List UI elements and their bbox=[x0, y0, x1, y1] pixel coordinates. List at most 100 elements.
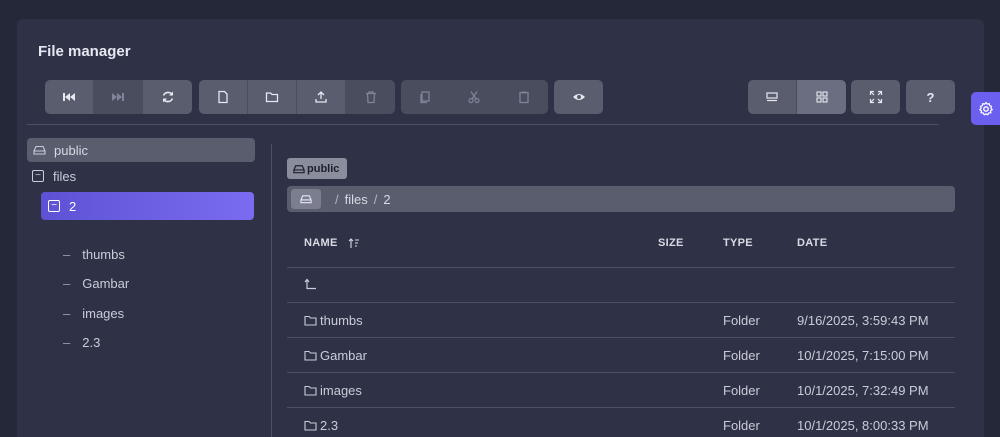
new-file-icon bbox=[218, 90, 228, 104]
preview-button[interactable] bbox=[554, 80, 603, 114]
tree-item-2-3[interactable]: – 2.3 bbox=[63, 330, 100, 354]
tree-dash-icon: – bbox=[63, 334, 71, 350]
toolbar: ? bbox=[27, 80, 955, 114]
storage-tab-label: public bbox=[307, 162, 340, 175]
file-name-cell: images bbox=[304, 383, 362, 398]
help-label: ? bbox=[926, 89, 935, 105]
tree-item-2[interactable]: − 2 bbox=[41, 192, 254, 220]
parent-folder-row[interactable] bbox=[287, 267, 955, 302]
page-title: File manager bbox=[38, 43, 131, 60]
tree-item-label: files bbox=[53, 168, 77, 184]
folder-icon bbox=[304, 315, 317, 326]
preview-group bbox=[554, 80, 603, 114]
refresh-button[interactable] bbox=[143, 80, 192, 114]
back-button[interactable] bbox=[45, 80, 94, 114]
folder-icon bbox=[304, 420, 317, 431]
forward-icon bbox=[112, 93, 124, 101]
new-file-button[interactable] bbox=[199, 80, 248, 114]
tree-dash-icon: – bbox=[63, 275, 71, 291]
file-type: Folder bbox=[723, 313, 760, 328]
tree-item-label: Gambar bbox=[82, 275, 130, 291]
file-date: 10/1/2025, 8:00:33 PM bbox=[797, 418, 929, 433]
file-ops-group bbox=[199, 80, 395, 114]
list-view-button[interactable] bbox=[748, 80, 797, 114]
file-type: Folder bbox=[723, 383, 760, 398]
forward-button[interactable] bbox=[94, 80, 143, 114]
file-date: 9/16/2025, 3:59:43 PM bbox=[797, 313, 929, 328]
new-folder-icon bbox=[265, 92, 279, 103]
file-name-cell: thumbs bbox=[304, 313, 363, 328]
breadcrumb: / files / 2 bbox=[287, 186, 955, 212]
tree-item-files[interactable]: − files bbox=[32, 164, 76, 188]
settings-button[interactable] bbox=[971, 92, 1000, 125]
drive-icon bbox=[33, 145, 46, 155]
cut-button[interactable] bbox=[450, 80, 499, 114]
table-row[interactable]: thumbs Folder 9/16/2025, 3:59:43 PM bbox=[287, 302, 955, 337]
breadcrumb-item-files[interactable]: files bbox=[345, 192, 368, 207]
fullscreen-icon bbox=[869, 90, 882, 104]
tree-item-public[interactable]: public bbox=[27, 138, 255, 162]
storage-tab-public[interactable]: public bbox=[287, 158, 348, 179]
folder-icon bbox=[304, 350, 317, 361]
file-date: 10/1/2025, 7:32:49 PM bbox=[797, 383, 929, 398]
file-name-cell: Gambar bbox=[304, 348, 367, 363]
new-folder-button[interactable] bbox=[248, 80, 297, 114]
file-name: 2.3 bbox=[320, 418, 339, 433]
breadcrumb-separator: / bbox=[335, 191, 339, 207]
upload-button[interactable] bbox=[297, 80, 346, 114]
list-view-icon bbox=[766, 92, 778, 102]
back-icon bbox=[63, 93, 75, 101]
tree-item-gambar[interactable]: – Gambar bbox=[63, 271, 129, 295]
folder-icon bbox=[304, 385, 317, 396]
refresh-icon bbox=[162, 91, 173, 103]
help-button[interactable]: ? bbox=[906, 80, 955, 114]
file-name-cell: 2.3 bbox=[304, 418, 338, 433]
table-row[interactable]: images Folder 10/1/2025, 7:32:49 PM bbox=[287, 372, 955, 407]
fullscreen-button[interactable] bbox=[851, 80, 900, 114]
pane-divider[interactable] bbox=[271, 144, 272, 437]
drive-icon bbox=[300, 195, 312, 204]
gear-icon bbox=[978, 101, 993, 115]
column-header-date[interactable]: DATE bbox=[797, 237, 827, 249]
collapse-icon[interactable]: − bbox=[48, 200, 60, 212]
grid-view-icon bbox=[815, 91, 828, 103]
table-row[interactable]: 2.3 Folder 10/1/2025, 8:00:33 PM bbox=[287, 407, 955, 437]
breadcrumb-home-button[interactable] bbox=[291, 189, 321, 209]
tree-item-label: public bbox=[54, 142, 88, 158]
delete-icon bbox=[365, 91, 376, 104]
tree-item-images[interactable]: – images bbox=[63, 301, 124, 325]
file-type: Folder bbox=[723, 418, 760, 433]
paste-icon bbox=[518, 91, 529, 104]
column-header-type[interactable]: TYPE bbox=[723, 237, 753, 249]
tree-item-thumbs[interactable]: – thumbs bbox=[63, 242, 125, 266]
file-name: thumbs bbox=[320, 313, 363, 328]
drive-icon bbox=[293, 164, 305, 173]
table-row[interactable]: Gambar Folder 10/1/2025, 7:15:00 PM bbox=[287, 337, 955, 372]
column-header-size[interactable]: SIZE bbox=[658, 237, 684, 249]
column-header-name[interactable]: NAME bbox=[304, 237, 360, 249]
collapse-icon[interactable]: − bbox=[32, 170, 44, 182]
up-level-icon bbox=[304, 278, 316, 290]
copy-icon bbox=[420, 91, 430, 104]
upload-icon bbox=[315, 91, 327, 103]
copy-button[interactable] bbox=[401, 80, 450, 114]
fullscreen-group bbox=[851, 80, 900, 114]
sort-icon[interactable] bbox=[348, 237, 360, 249]
paste-button[interactable] bbox=[499, 80, 548, 114]
delete-button[interactable] bbox=[346, 80, 395, 114]
view-mode-group bbox=[748, 80, 846, 114]
tree-item-label: 2.3 bbox=[82, 334, 101, 350]
help-group: ? bbox=[906, 80, 955, 114]
breadcrumb-item-2[interactable]: 2 bbox=[383, 192, 390, 207]
tree-dash-icon: – bbox=[63, 246, 71, 262]
eye-icon bbox=[572, 94, 585, 100]
grid-view-button[interactable] bbox=[797, 80, 846, 114]
history-group bbox=[45, 80, 192, 114]
clipboard-group bbox=[401, 80, 548, 114]
cut-icon bbox=[468, 91, 480, 104]
file-name: images bbox=[320, 383, 362, 398]
column-header-label: NAME bbox=[304, 237, 338, 249]
file-date: 10/1/2025, 7:15:00 PM bbox=[797, 348, 929, 363]
breadcrumb-separator: / bbox=[373, 191, 378, 207]
toolbar-divider bbox=[27, 124, 939, 125]
